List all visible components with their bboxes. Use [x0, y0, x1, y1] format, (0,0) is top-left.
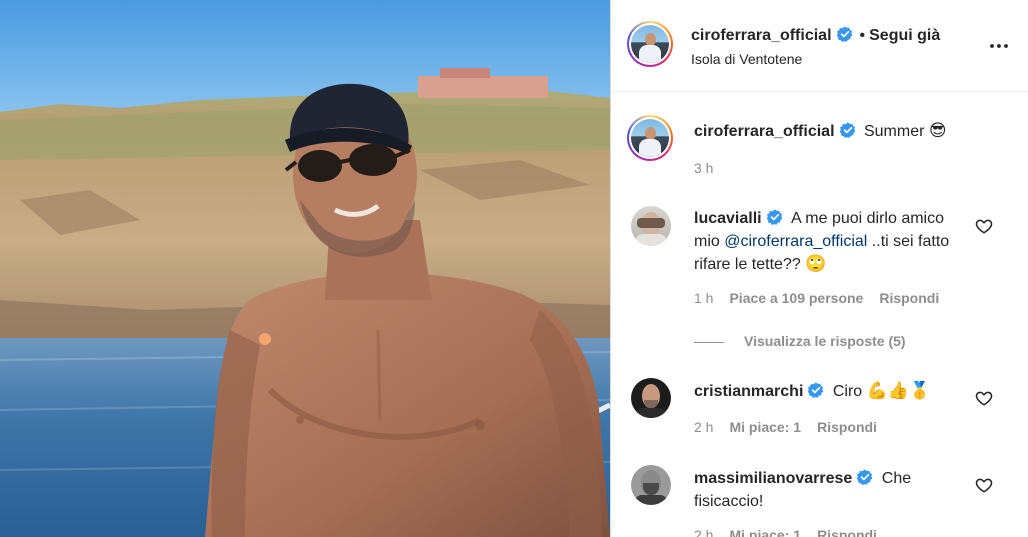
- comment-likes[interactable]: Mi piace: 1: [729, 527, 801, 537]
- comment-avatar-cristianmarchi[interactable]: [631, 378, 671, 418]
- follow-separator: •: [859, 27, 866, 44]
- view-replies-button[interactable]: Visualizza le risposte (5): [744, 333, 906, 349]
- comment-meta: 1 h Piace a 109 persone Rispondi: [694, 290, 939, 306]
- verified-badge-icon: [808, 382, 824, 398]
- author-avatar[interactable]: [627, 21, 673, 67]
- comment-likes[interactable]: Mi piace: 1: [729, 419, 801, 435]
- heart-outline-icon[interactable]: [975, 389, 993, 407]
- comment-emoji: 💪👍🥇: [866, 381, 931, 401]
- comment-meta: 2 h Mi piace: 1 Rispondi: [694, 527, 877, 537]
- comment-time[interactable]: 1 h: [694, 290, 713, 306]
- verified-badge-icon: [766, 209, 782, 225]
- comment-username[interactable]: cristianmarchi: [694, 383, 803, 400]
- reply-button[interactable]: Rispondi: [817, 527, 877, 537]
- comment-cristianmarchi: cristianmarchi Ciro 💪👍🥇: [694, 380, 930, 403]
- photo-illustration: [0, 0, 610, 537]
- replies-divider: [694, 342, 724, 343]
- comment-time[interactable]: 2 h: [694, 527, 713, 537]
- comment-massimilianovarrese: massimilianovarrese Che fisicaccio!: [694, 467, 964, 513]
- verified-badge-icon: [839, 122, 855, 138]
- reply-button[interactable]: Rispondi: [879, 290, 939, 306]
- comment-lucavialli: lucavialli A me puoi dirlo amico mio @ci…: [694, 207, 964, 276]
- post-side-panel: ciroferrara_official • Segui già Isola di …: [610, 0, 1028, 537]
- comment-likes[interactable]: Piace a 109 persone: [729, 290, 863, 306]
- comment-emoji: 🙄: [805, 254, 827, 274]
- header-user-line: ciroferrara_official • Segui già: [691, 26, 940, 45]
- heart-outline-icon[interactable]: [975, 476, 993, 494]
- caption-text: Summer: [863, 123, 925, 140]
- verified-badge-icon: [836, 26, 852, 42]
- post-photo[interactable]: [0, 0, 610, 537]
- author-username[interactable]: ciroferrara_official: [691, 27, 832, 44]
- following-button[interactable]: Segui già: [869, 27, 940, 44]
- comment-meta: 2 h Mi piace: 1 Rispondi: [694, 419, 877, 435]
- comment-time[interactable]: 2 h: [694, 419, 713, 435]
- caption-time[interactable]: 3 h: [694, 160, 713, 176]
- caption-author-avatar[interactable]: [627, 115, 673, 161]
- post-header: ciroferrara_official • Segui già Isola di …: [611, 0, 1028, 92]
- caption: ciroferrara_official Summer 😎: [694, 120, 947, 143]
- comment-mention-link[interactable]: @ciroferrara_official: [724, 233, 867, 250]
- caption-emoji: 😎: [928, 121, 947, 141]
- comment-text: Ciro: [832, 383, 863, 400]
- verified-badge-icon: [857, 469, 873, 485]
- more-options-icon[interactable]: [987, 34, 1011, 58]
- reply-button[interactable]: Rispondi: [817, 419, 877, 435]
- heart-outline-icon[interactable]: [975, 217, 993, 235]
- post-location[interactable]: Isola di Ventotene: [691, 51, 802, 67]
- comment-username[interactable]: lucavialli: [694, 210, 762, 227]
- comment-avatar-lucavialli[interactable]: [631, 206, 671, 246]
- caption-username[interactable]: ciroferrara_official: [694, 123, 835, 140]
- comment-avatar-massimilianovarrese[interactable]: [631, 465, 671, 505]
- comment-username[interactable]: massimilianovarrese: [694, 470, 852, 487]
